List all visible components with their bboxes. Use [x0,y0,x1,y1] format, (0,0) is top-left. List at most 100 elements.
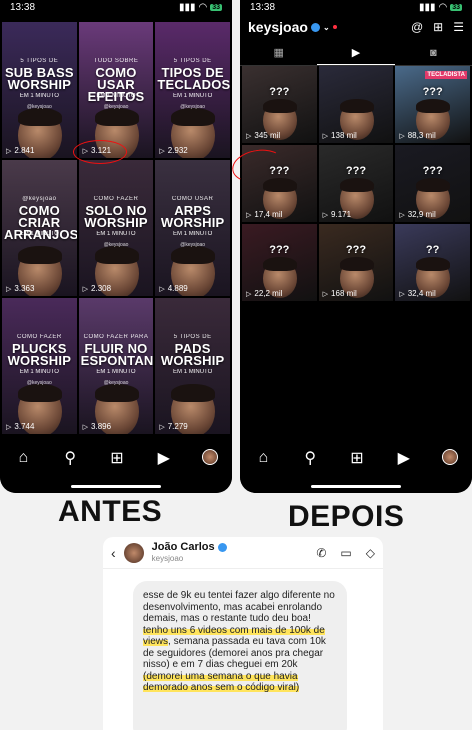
person-hair [263,178,297,192]
reels-icon[interactable]: ▶ [395,449,413,467]
create-icon[interactable]: ⊞ [348,449,366,467]
reel-tile[interactable]: COMO FAZER SOLO NO WORSHIP EM 1 MINUTO @key… [78,160,154,296]
reel-handle: @keysjoao [26,380,52,386]
reel-caption: ??? [345,165,367,177]
home-icon[interactable]: ⌂ [14,449,32,467]
reel-tile[interactable]: ??? ▷ 22,2 mil [242,224,317,301]
view-count-value: 88,3 mil [407,131,436,140]
reel-tile[interactable]: ??? ▷ 168 mil [318,224,394,301]
reel-tile[interactable]: 5 TIPOS DE PADS WORSHIP EM 1 MINUTO ▷ 7.279 [155,298,230,434]
before-screenshot: 13:38 ▮▮▮ ◠ 33 5 TIPOS DE SUB BASS WORSHI… [0,0,232,493]
threads-icon[interactable]: @ [411,20,423,34]
profile-avatar[interactable] [201,449,218,465]
status-time: 13:38 [250,1,276,13]
reel-tile[interactable]: ?? ▷ 32,4 mil [395,224,470,301]
view-count: ▷ 88,3 mil [399,131,435,140]
reel-handle: @keysjoao [103,380,129,386]
person-hair [339,99,374,113]
view-count: ▷ 138 mil [323,131,357,140]
reel-tile[interactable]: ??? ▷ 32,9 mil [395,145,470,222]
view-count: ▷ 2.308 [83,284,111,293]
view-count-value: 17,4 mil [254,210,283,219]
person-hair [94,384,139,402]
create-icon[interactable]: ⊞ [108,449,126,467]
menu-icon[interactable]: ☰ [453,20,464,34]
view-count-value: 2.932 [167,146,188,155]
view-count: ▷ 4.889 [159,284,187,293]
search-icon[interactable]: ⚲ [301,449,319,467]
reel-tile[interactable]: COMO FAZER PLUCKS WORSHIP EM 1 MINUTO @keys… [2,298,77,434]
view-count: ▷ 3.121 [83,146,111,155]
profile-header: keysjoao ⌄ @ ⊞ ☰ [240,14,472,40]
reel-top: 5 TIPOS DE [173,334,212,340]
reel-tile[interactable]: 5 TIPOS DE TIPOS DE TECLADOS EM 1 MINUTO @k… [155,22,230,158]
reel-headline: SUB BASS WORSHIP [4,65,74,92]
play-icon: ▷ [246,132,252,140]
reel-tile[interactable]: TUDO SOBRE COMO USAR EFEITOS EM 1 MINUTO @k… [78,22,154,158]
profile-username[interactable]: keysjoao [248,19,308,35]
reel-tile[interactable]: 5 TIPOS DE SUB BASS WORSHIP EM 1 MINUTO @ke… [2,22,77,158]
avatar[interactable] [123,542,144,563]
profile-avatar[interactable] [441,449,458,465]
play-icon: ▷ [246,290,252,298]
reel-tile[interactable]: ▷ 138 mil [318,66,394,143]
tab-grid[interactable]: ▦ [240,40,317,65]
reel-top: TUDO SOBRE [93,58,139,64]
reel-tile[interactable]: ??? TECLADISTA ▷ 88,3 mil [395,66,470,143]
reel-handle: @keysjoao [180,104,206,110]
person-hair [416,257,451,271]
view-count: ▷ 32,9 mil [399,210,435,219]
reel-tile[interactable]: COMO FAZER PARAFLUIR NO ESPONTANEOEM 1 M… [78,298,154,434]
after-caption: DEPOIS [288,500,405,533]
view-count-value: 9.171 [331,210,352,219]
search-icon[interactable]: ⚲ [61,449,79,467]
view-count-value: 32,9 mil [407,210,436,219]
reel-tile[interactable]: COMO USAR ARPS WORSHIP EM 1 MINUTO @keysjoa… [155,160,230,296]
reel-headline: ARPS WORSHIP [160,203,225,230]
chevron-down-icon[interactable]: ⌄ [323,23,330,32]
reel-top: @keysjoao [22,196,57,202]
view-count: ▷ 3.744 [6,422,34,431]
view-count-value: 345 mil [254,131,281,140]
chat-screenshot: ‹ João Carlos keysjoao ✆ ▭ ◇ esse de 9k … [103,537,383,730]
signal-icon: ▮▮▮ [178,1,196,13]
reel-tile[interactable]: ??? ▷ 9.171 [318,145,394,222]
person-hair [18,384,62,402]
person-hair [171,384,216,402]
battery-icon: 33 [450,3,462,11]
reels-grid: ??? ▷ 345 mil ▷ 138 mil??? TECLADISTA ▷ 88,3 mi… [240,66,472,301]
reel-headline: PLUCKS WORSHIP [7,341,72,368]
play-icon: ▷ [159,285,165,293]
view-count: ▷ 345 mil [246,131,280,140]
phone-icon[interactable]: ✆ [316,546,326,560]
reel-caption: ??? [269,86,290,98]
view-count-value: 22,2 mil [254,289,283,298]
reel-tile[interactable]: ??? ▷ 345 mil [242,66,317,143]
tab-reels[interactable]: ▶ [317,40,395,65]
reel-sub: EM 1 MINUTO [173,369,213,375]
reel-tile[interactable]: @keysjoao COMO CRIAR ARRANJOS EM 1 MINUTO ▷… [2,160,77,296]
video-icon[interactable]: ▭ [340,546,351,560]
home-icon[interactable]: ⌂ [254,449,272,467]
play-icon: ▷ [159,147,165,155]
tag-icon[interactable]: ◇ [366,546,375,560]
reel-sub: EM 1 MINUTO [173,231,213,237]
reel-caption: ??? [269,165,290,177]
profile-tabs: ▦ ▶ ◙ [240,40,472,66]
reel-top: COMO FAZER [93,196,139,202]
message-bubble: esse de 9k eu tentei fazer algo diferent… [133,581,347,730]
tab-tagged[interactable]: ◙ [395,40,472,65]
reels-icon[interactable]: ▶ [155,449,173,467]
back-icon[interactable]: ‹ [111,545,116,561]
view-count-value: 2.308 [91,284,112,293]
reel-sub: EM 1 MINUTO [173,93,213,99]
add-icon[interactable]: ⊞ [433,20,443,34]
view-count: ▷ 2.932 [159,146,187,155]
reel-tile[interactable]: ??? ▷ 17,4 mil [242,145,317,222]
play-icon: ▷ [322,290,329,298]
person-hair [94,246,139,264]
chat-contact-name: João Carlos [151,540,215,553]
reel-sub: EM 1 MINUTO [19,231,59,237]
notification-dot [332,25,337,29]
person-hair [339,178,374,192]
